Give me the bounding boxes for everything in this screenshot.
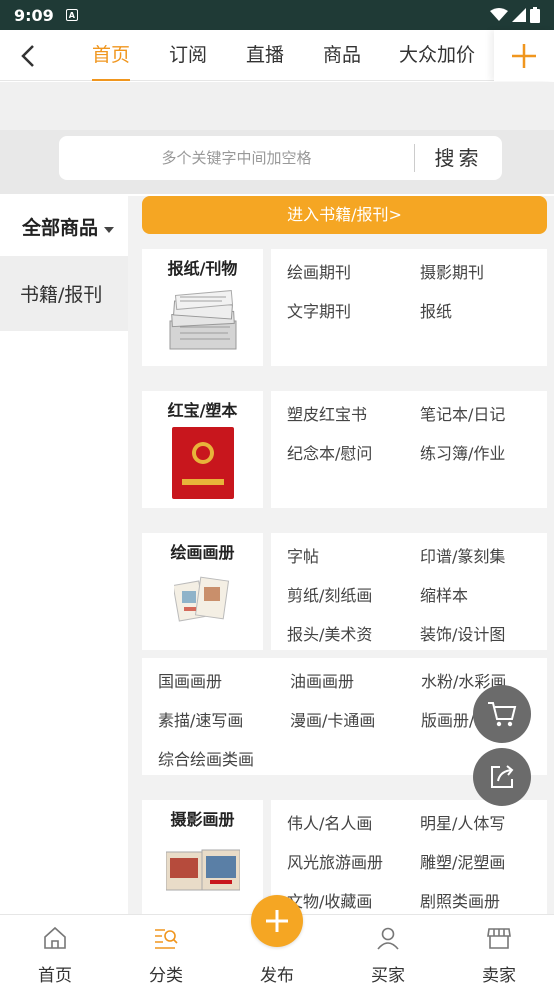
all-products-label: 全部商品: [22, 216, 99, 239]
category-card-newspapers[interactable]: 报纸/刊物: [142, 249, 263, 366]
subcategory-panel-newspapers: 绘画期刊 摄影期刊 文字期刊 报纸: [271, 249, 547, 366]
person-icon: [377, 927, 399, 950]
subcategory-link[interactable]: 剪纸/刻纸画: [287, 582, 372, 606]
signal-icon: [512, 8, 526, 22]
search-band: 多个关键字中间加空格 搜索: [0, 82, 554, 194]
subcategory-link[interactable]: 综合绘画类画: [158, 746, 254, 770]
cart-float-button[interactable]: [473, 685, 531, 743]
bottom-nav-label: 分类: [149, 966, 183, 984]
subcategory-link[interactable]: 文字期刊: [287, 298, 351, 322]
tab-public-markup[interactable]: 大众加价: [399, 30, 475, 81]
bottom-nav-label: 发布: [260, 966, 294, 984]
subcategory-link[interactable]: 装饰/设计图: [420, 621, 505, 645]
home-icon: [44, 926, 66, 949]
cart-icon: [488, 702, 517, 727]
search-input[interactable]: 多个关键字中间加空格: [59, 136, 414, 180]
top-nav: 首页 订阅 直播 商品 大众加价: [0, 30, 554, 81]
subcategory-link[interactable]: 伟人/名人画: [287, 810, 372, 834]
subcategory-panel-photo-albums: 伟人/名人画 明星/人体写 风光旅游画册 雕塑/泥塑画 文物/收藏画 剧照类画册: [271, 800, 547, 914]
photo-album-image: [166, 849, 240, 891]
battery-icon: [530, 7, 540, 23]
subcategory-link[interactable]: 国画画册: [158, 668, 222, 692]
subcategory-link[interactable]: 练习簿/作业: [420, 440, 505, 464]
caret-down-icon: [104, 227, 115, 233]
newspaper-stack-image: [169, 290, 237, 350]
tab-products[interactable]: 商品: [323, 30, 361, 81]
subcategory-link[interactable]: 报纸: [420, 298, 452, 322]
subcategory-link[interactable]: 字帖: [287, 543, 319, 567]
bottom-nav-buyer[interactable]: 买家: [348, 915, 428, 984]
tab-active-indicator: [92, 79, 131, 81]
notification-a-icon: A: [65, 9, 78, 21]
search-box: 多个关键字中间加空格 搜索: [59, 136, 502, 180]
bottom-nav-home[interactable]: 首页: [15, 915, 95, 984]
subcategory-link[interactable]: 油画画册: [290, 668, 354, 692]
sidebar-item-books-periodicals[interactable]: 书籍/报刊: [0, 256, 128, 331]
bottom-nav-label: 买家: [371, 966, 405, 984]
tab-label: 首页: [92, 44, 131, 66]
bottom-nav: 首页 分类 发布 买家 卖家: [0, 895, 554, 984]
subcategory-link[interactable]: 雕塑/泥塑画: [420, 849, 505, 873]
category-card-painting-albums[interactable]: 绘画画册: [142, 533, 263, 650]
category-content: 进入书籍/报刊> 报纸/刊物 绘画期刊 摄影期刊 文字期刊 报纸 红宝/塑本 塑…: [128, 196, 554, 914]
status-time: 9:09: [14, 5, 54, 25]
category-search-icon: [155, 929, 178, 949]
subcategory-link[interactable]: 纪念本/慰问: [287, 440, 372, 464]
store-icon: [487, 928, 511, 949]
share-icon: [491, 765, 514, 788]
tab-live[interactable]: 直播: [246, 30, 284, 81]
subcategory-link[interactable]: 报头/美术资: [287, 621, 372, 645]
subcategory-link[interactable]: 风光旅游画册: [287, 849, 383, 873]
red-book-image: [172, 427, 234, 499]
banner-placeholder: [0, 82, 554, 130]
category-title: 摄影画册: [170, 810, 235, 829]
sidebar-item-label: 书籍/报刊: [20, 284, 103, 306]
tab-home[interactable]: 首页: [92, 30, 131, 81]
tab-label: 直播: [246, 44, 285, 66]
wifi-icon: [490, 8, 508, 21]
subcategory-link[interactable]: 笔记本/日记: [420, 401, 505, 425]
painting-album-image: [174, 576, 230, 622]
bottom-nav-category[interactable]: 分类: [126, 915, 206, 984]
subcategory-link[interactable]: 剧照类画册: [420, 888, 500, 912]
subcategory-link[interactable]: 漫画/卡通画: [290, 707, 375, 731]
back-arrow-icon[interactable]: [14, 42, 42, 70]
bottom-nav-publish[interactable]: 发布: [237, 915, 317, 984]
subcategory-link[interactable]: 印谱/篆刻集: [420, 543, 505, 567]
status-bar: 9:09 A: [0, 0, 554, 30]
plus-icon: [512, 43, 536, 68]
share-float-button[interactable]: [473, 748, 531, 806]
tab-subscribe[interactable]: 订阅: [169, 30, 207, 81]
search-button[interactable]: 搜索: [415, 136, 502, 180]
subcategory-panel-red-books: 塑皮红宝书 笔记本/日记 纪念本/慰问 练习簿/作业: [271, 391, 547, 508]
subcategory-link[interactable]: 明星/人体写: [420, 810, 505, 834]
bottom-nav-seller[interactable]: 卖家: [459, 915, 539, 984]
status-icons: [490, 7, 540, 23]
search-area: 多个关键字中间加空格 搜索: [0, 130, 554, 194]
enter-category-button[interactable]: 进入书籍/报刊>: [142, 196, 547, 234]
category-sidebar: 全部商品 书籍/报刊: [0, 196, 128, 914]
category-title: 报纸/刊物: [167, 259, 238, 278]
subcategory-link[interactable]: 摄影期刊: [420, 259, 484, 283]
tab-label: 订阅: [169, 44, 208, 66]
add-tab-button[interactable]: [494, 30, 554, 81]
category-title: 红宝/塑本: [167, 401, 238, 420]
subcategory-link[interactable]: 缩样本: [420, 582, 468, 606]
subcategory-link[interactable]: 塑皮红宝书: [287, 401, 367, 425]
subcategory-link[interactable]: 绘画期刊: [287, 259, 351, 283]
subcategory-panel-painting-albums: 字帖 印谱/篆刻集 剪纸/刻纸画 缩样本 报头/美术资 装饰/设计图: [271, 533, 547, 650]
category-title: 绘画画册: [170, 543, 235, 562]
all-products-dropdown[interactable]: 全部商品: [0, 196, 128, 256]
bottom-nav-label: 首页: [38, 966, 72, 984]
bottom-nav-label: 卖家: [482, 966, 516, 984]
subcategory-link[interactable]: 素描/速写画: [158, 707, 243, 731]
tab-label: 大众加价: [399, 44, 476, 66]
tab-label: 商品: [323, 44, 362, 66]
category-card-photo-albums[interactable]: 摄影画册: [142, 800, 263, 914]
category-card-red-books[interactable]: 红宝/塑本: [142, 391, 263, 508]
